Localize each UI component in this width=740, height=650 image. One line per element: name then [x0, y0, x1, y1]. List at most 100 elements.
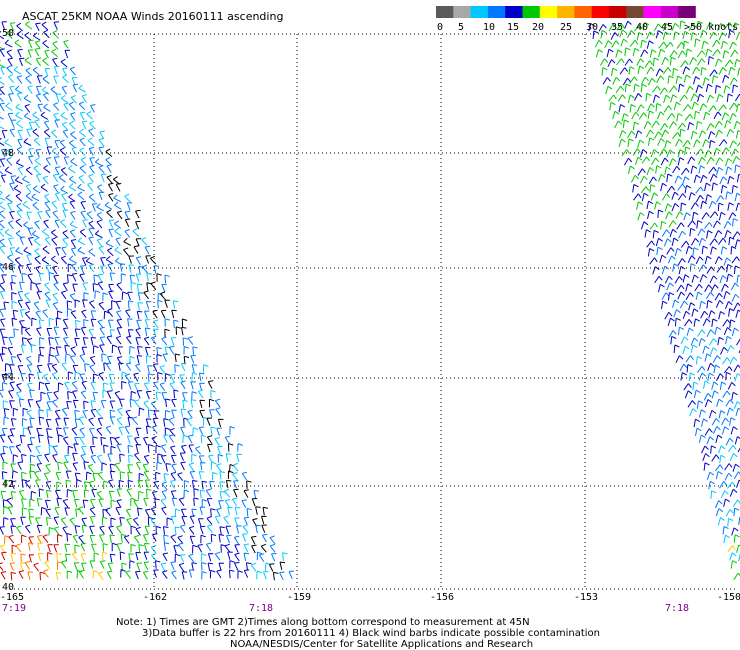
wind-barb: [145, 255, 151, 264]
wind-barb: [0, 318, 6, 328]
wind-barb: [701, 212, 710, 220]
wind-barb: [137, 507, 143, 517]
wind-barb: [128, 454, 134, 464]
wind-barb: [223, 515, 230, 525]
wind-barb: [720, 346, 728, 355]
wind-barb: [15, 111, 23, 120]
wind-barb: [25, 192, 33, 202]
wind-barb: [672, 67, 679, 77]
wind-barb: [26, 128, 32, 137]
wind-map: 0 5 10 15 20 25 30 35 40 45 >50 knots ASCAT 25KM N…: [0, 6, 740, 650]
wind-barb: [97, 273, 104, 283]
wind-barb: [177, 472, 184, 481]
wind-barb: [735, 130, 740, 139]
wind-barb: [135, 256, 142, 265]
wind-barb: [143, 382, 150, 391]
wind-barb: [69, 220, 78, 229]
wind-barb: [151, 491, 158, 500]
wind-barb: [103, 480, 109, 490]
wind-barb: [155, 444, 161, 454]
wind-barb: [78, 416, 85, 426]
wind-barb: [163, 542, 170, 551]
wind-barb: [669, 228, 677, 238]
wind-barb: [692, 247, 699, 256]
wind-barb: [56, 481, 62, 490]
wind-barb: [645, 129, 654, 138]
wind-barb: [89, 446, 96, 455]
wind-barb: [61, 85, 68, 95]
wind-barb: [157, 372, 163, 381]
wind-barb: [732, 218, 739, 227]
wind-barb: [727, 545, 736, 553]
wind-barb: [14, 176, 23, 185]
wind-barb: [24, 310, 31, 320]
wind-barb: [730, 426, 738, 435]
wind-barb: [736, 338, 740, 346]
wind-barb: [42, 57, 49, 66]
wind-barb: [643, 121, 652, 129]
wind-barb: [25, 67, 33, 76]
wind-barb: [164, 299, 170, 308]
wind-barb: [177, 535, 184, 544]
wind-barb: [99, 326, 105, 336]
wind-barb: [72, 452, 78, 462]
wind-barb: [88, 328, 94, 338]
wind-barb: [674, 175, 683, 184]
wind-barb: [160, 498, 167, 508]
wind-barb: [89, 525, 95, 535]
wind-barb: [166, 517, 172, 526]
wind-barb: [7, 434, 13, 444]
wind-barb: [51, 255, 59, 265]
wind-barb: [178, 497, 185, 507]
wind-barb: [624, 58, 633, 66]
wind-barb: [127, 417, 133, 426]
wind-barb: [23, 94, 32, 103]
wind-barb: [9, 400, 15, 409]
wind-barb: [182, 399, 188, 409]
wind-barb: [123, 535, 130, 544]
wind-barb: [664, 275, 673, 284]
wind-barb: [683, 383, 692, 391]
wind-barb: [90, 318, 97, 328]
wind-barb: [61, 95, 69, 104]
wind-barb: [80, 200, 86, 210]
wind-barb: [126, 202, 133, 211]
wind-barb: [90, 400, 96, 409]
wind-barb: [16, 22, 23, 32]
wind-barb: [46, 517, 52, 526]
wind-barb: [732, 231, 740, 239]
wind-barb: [654, 275, 663, 284]
wind-barb: [727, 517, 734, 527]
wind-barb: [1, 551, 7, 561]
wind-barb: [727, 481, 736, 489]
wind-barb: [46, 328, 52, 337]
wind-barb: [672, 132, 681, 140]
wind-barb: [733, 471, 740, 479]
wind-barb: [153, 410, 160, 419]
wind-barb: [189, 535, 196, 545]
wind-barb: [127, 291, 133, 301]
wind-barb: [200, 553, 207, 562]
wind-barb: [612, 110, 620, 120]
wind-barb: [106, 164, 112, 173]
wind-barb: [198, 471, 205, 480]
wind-barb: [80, 453, 86, 463]
wind-barb: [21, 454, 27, 463]
wind-barb: [725, 437, 734, 446]
wind-barb: [134, 399, 140, 408]
wind-barb: [8, 389, 14, 399]
legend-swatch: [557, 6, 575, 18]
wind-barb: [645, 92, 652, 102]
wind-barb: [89, 120, 96, 130]
wind-barb: [9, 446, 15, 455]
wind-barb: [124, 425, 131, 435]
wind-barb: [733, 120, 740, 130]
wind-barb: [201, 499, 208, 508]
wind-barb: [674, 276, 683, 284]
wind-barb: [130, 543, 136, 553]
wind-barb: [658, 283, 665, 293]
wind-barb: [637, 212, 645, 221]
wind-barb: [697, 58, 706, 66]
wind-barb: [105, 156, 112, 166]
wind-barb: [673, 31, 680, 40]
